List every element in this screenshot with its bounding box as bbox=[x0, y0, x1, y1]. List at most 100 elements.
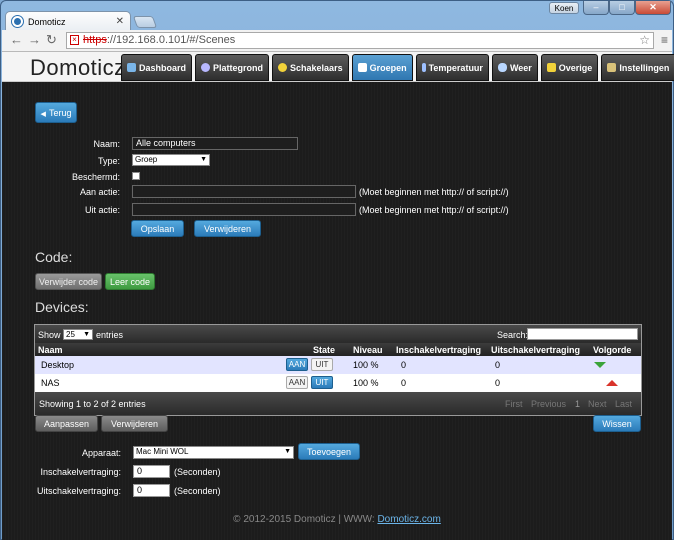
thermometer-icon bbox=[421, 63, 426, 72]
tab-title: Domoticz bbox=[28, 16, 66, 27]
address-bar[interactable]: × https://192.168.0.101/#/Scenes ☆ bbox=[66, 32, 654, 49]
device-select[interactable]: Mac Mini WOL ▼ bbox=[133, 446, 294, 459]
off-button[interactable]: UIT bbox=[311, 376, 333, 389]
on-delay-field[interactable]: 0 bbox=[133, 465, 170, 478]
on-button[interactable]: AAN bbox=[286, 358, 308, 371]
chevron-left-icon: ◀ bbox=[40, 111, 46, 118]
bookmark-star-icon[interactable]: ☆ bbox=[639, 34, 650, 47]
utility-icon bbox=[546, 63, 556, 72]
main-nav: Dashboard Plattegrond Schakelaars Groepe… bbox=[121, 54, 674, 81]
nav-instellingen[interactable]: Instellingen▼ bbox=[601, 54, 674, 81]
delete-scene-button[interactable]: Verwijderen bbox=[194, 220, 261, 237]
device-level: 100 % bbox=[353, 378, 379, 388]
entries-select[interactable]: 25 ▼ bbox=[63, 329, 93, 340]
name-label: Naam: bbox=[93, 139, 120, 149]
reload-icon[interactable]: ↻ bbox=[46, 33, 57, 47]
browser-window: Domoticz ✕ Koen – □ ✕ ← → ↻ × https://19… bbox=[0, 0, 674, 540]
browser-menu-icon[interactable]: ≡ bbox=[661, 34, 668, 46]
url-scheme: https bbox=[83, 34, 107, 46]
on-button[interactable]: AAN bbox=[286, 376, 308, 389]
app-header: DomoticzV2 Dashboard Plattegrond Schakel… bbox=[2, 52, 674, 82]
page-content: DomoticzV2 Dashboard Plattegrond Schakel… bbox=[2, 52, 674, 540]
device-on-delay: 0 bbox=[401, 360, 407, 370]
minimize-button[interactable]: – bbox=[583, 1, 609, 15]
column-volgorde[interactable]: Volgorde bbox=[593, 345, 631, 355]
search-label: Search: bbox=[497, 330, 529, 340]
on-action-field[interactable] bbox=[132, 185, 356, 198]
device-off-delay: 0 bbox=[495, 378, 501, 388]
device-on-delay: 0 bbox=[401, 378, 407, 388]
column-inschakelvertraging[interactable]: Inschakelvertraging bbox=[396, 345, 481, 355]
column-state[interactable]: State bbox=[313, 345, 335, 355]
nav-plattegrond[interactable]: Plattegrond bbox=[195, 54, 270, 81]
pager-previous[interactable]: Previous bbox=[531, 399, 566, 409]
nav-label: Overige bbox=[558, 62, 593, 73]
nav-label: Weer bbox=[509, 62, 532, 73]
off-delay-field[interactable]: 0 bbox=[133, 484, 170, 497]
remove-code-button[interactable]: Verwijder code bbox=[35, 273, 102, 290]
back-button[interactable]: ◀ Terug bbox=[35, 102, 77, 123]
url-path: ://192.168.0.101/#/Scenes bbox=[106, 34, 236, 46]
close-tab-icon[interactable]: ✕ bbox=[116, 16, 124, 27]
off-button[interactable]: UIT bbox=[311, 358, 333, 371]
chevron-down-icon: ▼ bbox=[200, 156, 207, 163]
browser-toolbar: ← → ↻ × https://192.168.0.101/#/Scenes ☆… bbox=[2, 30, 672, 52]
off-action-field[interactable] bbox=[132, 203, 356, 216]
nav-temperatuur[interactable]: Temperatuur bbox=[415, 54, 489, 81]
move-down-arrow-icon[interactable] bbox=[594, 362, 606, 368]
save-button[interactable]: Opslaan bbox=[131, 220, 184, 237]
column-uitschakelvertraging[interactable]: Uitschakelvertraging bbox=[491, 345, 580, 355]
table-row[interactable]: NAS AAN UIT 100 % 0 0 bbox=[35, 374, 641, 392]
copyright-text: © 2012-2015 Domoticz | WWW: bbox=[233, 514, 378, 525]
back-label: Terug bbox=[48, 108, 72, 118]
pager-page[interactable]: 1 bbox=[575, 399, 580, 409]
protected-label: Beschermd: bbox=[71, 172, 120, 182]
type-value: Groep bbox=[135, 155, 158, 164]
devices-heading: Devices: bbox=[35, 299, 89, 315]
domoticz-link[interactable]: Domoticz.com bbox=[377, 514, 440, 525]
table-footer: Showing 1 to 2 of 2 entries First Previo… bbox=[35, 392, 641, 415]
monitor-icon bbox=[127, 63, 136, 72]
pager-last[interactable]: Last bbox=[615, 399, 632, 409]
close-window-button[interactable]: ✕ bbox=[635, 1, 671, 15]
tab-strip: Domoticz ✕ Koen – □ ✕ bbox=[1, 1, 674, 31]
table-toolbar: Show 25 ▼ entries Search: bbox=[35, 325, 641, 343]
move-up-arrow-icon[interactable] bbox=[606, 380, 618, 386]
nav-label: Groepen bbox=[369, 62, 407, 73]
nav-weer[interactable]: Weer bbox=[491, 54, 538, 81]
type-select[interactable]: Groep ▼ bbox=[132, 154, 210, 166]
learn-code-button[interactable]: Leer code bbox=[105, 273, 155, 290]
nav-label: Instellingen bbox=[619, 62, 670, 73]
new-tab-button[interactable] bbox=[132, 16, 158, 28]
nav-label: Dashboard bbox=[139, 62, 187, 73]
on-delay-label: Inschakelvertraging: bbox=[40, 467, 121, 477]
weather-icon bbox=[497, 63, 507, 72]
browser-tab[interactable]: Domoticz ✕ bbox=[5, 11, 131, 31]
search-input[interactable] bbox=[527, 328, 638, 340]
nav-overige[interactable]: Overige bbox=[540, 54, 599, 81]
add-device-button[interactable]: Toevoegen bbox=[298, 443, 360, 460]
on-action-hint: (Moet beginnen met http:// of script://) bbox=[359, 187, 509, 197]
maximize-button[interactable]: □ bbox=[609, 1, 635, 15]
pager-first[interactable]: First bbox=[505, 399, 523, 409]
column-naam[interactable]: Naam bbox=[38, 345, 63, 355]
name-field[interactable]: Alle computers bbox=[132, 137, 298, 150]
nav-dashboard[interactable]: Dashboard bbox=[121, 54, 193, 81]
edit-device-button[interactable]: Aanpassen bbox=[35, 415, 98, 432]
device-name: NAS bbox=[41, 378, 60, 388]
clear-button[interactable]: Wissen bbox=[593, 415, 641, 432]
table-row[interactable]: Desktop AAN UIT 100 % 0 0 bbox=[35, 356, 641, 374]
protected-checkbox[interactable] bbox=[132, 172, 140, 180]
forward-arrow-icon[interactable]: → bbox=[28, 33, 41, 47]
device-label: Apparaat: bbox=[81, 448, 121, 458]
back-arrow-icon[interactable]: ← bbox=[10, 33, 23, 47]
user-badge[interactable]: Koen bbox=[549, 2, 579, 14]
pager-next[interactable]: Next bbox=[588, 399, 607, 409]
remove-device-button[interactable]: Verwijderen bbox=[101, 415, 168, 432]
insecure-lock-icon: × bbox=[70, 35, 79, 45]
tools-icon bbox=[607, 63, 617, 72]
nav-schakelaars[interactable]: Schakelaars bbox=[272, 54, 349, 81]
column-niveau[interactable]: Niveau bbox=[353, 345, 383, 355]
nav-groepen[interactable]: Groepen bbox=[351, 54, 413, 81]
on-delay-unit: (Seconden) bbox=[174, 467, 221, 477]
